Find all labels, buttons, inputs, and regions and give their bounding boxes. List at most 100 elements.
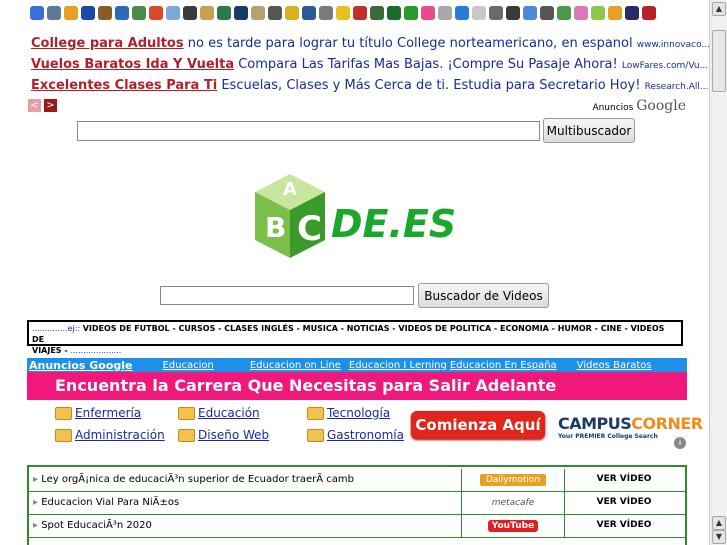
folder-icon xyxy=(307,428,324,442)
snowflake-icon[interactable] xyxy=(149,6,163,20)
metacafe-logo: metacafe xyxy=(491,498,535,508)
ad-info-icon[interactable]: i xyxy=(674,437,686,449)
ad-prev-button[interactable]: < xyxy=(28,99,41,112)
logo-letter-c: C xyxy=(297,209,322,249)
text-ad: College para Adultos no es tarde para lo… xyxy=(31,36,710,51)
course-link-gastronomia[interactable]: Gastronomía xyxy=(307,428,404,442)
text-ad: Vuelos Baratos Ida Y Vuelta Compara Las … xyxy=(31,57,708,72)
course-label: Tecnología xyxy=(327,406,391,420)
smiley-icon[interactable] xyxy=(336,6,350,20)
video-search-button[interactable]: Buscador de Videos xyxy=(418,283,549,308)
abcde-logo[interactable]: A B C DE.ES xyxy=(245,162,460,260)
heart-icon[interactable] xyxy=(421,6,435,20)
video-source: metacafe xyxy=(461,492,565,514)
pen-icon[interactable] xyxy=(183,6,197,20)
banner-headline[interactable]: Encuentra la Carrera Que Necesitas para … xyxy=(27,372,687,400)
scroll-up-button-bottom[interactable]: ▲ xyxy=(712,516,726,530)
tree-icon[interactable] xyxy=(200,6,214,20)
car-icon[interactable] xyxy=(353,6,367,20)
video-title-link[interactable]: Spot EducaciÃ³n 2020 xyxy=(33,520,152,531)
shoe-icon[interactable] xyxy=(472,6,486,20)
scroll-down-button[interactable]: ▼ xyxy=(712,530,726,544)
course-link-tecnologia[interactable]: Tecnología xyxy=(307,406,390,420)
ad-description: no es tarde para lograr tu título Colleg… xyxy=(187,36,633,51)
ads-link-educacion-online[interactable]: Educacion on Line xyxy=(250,360,341,371)
anuncios-google-label[interactable]: Anuncios Google xyxy=(592,98,686,114)
mosaic-icon[interactable] xyxy=(625,6,639,20)
ver-video-link[interactable]: VER VÍDEO xyxy=(565,497,683,507)
categories-suffix-dots: .................... xyxy=(70,346,122,355)
globe-icon[interactable] xyxy=(47,6,61,20)
scroll-up-button[interactable]: ▲ xyxy=(712,2,726,16)
video-title-link[interactable]: Ley orgÃ¡nica de educaciÃ³n superior de … xyxy=(33,474,354,485)
course-link-diseno-web[interactable]: Diseño Web xyxy=(178,428,269,442)
book-icon[interactable] xyxy=(302,6,316,20)
info-icon[interactable] xyxy=(455,6,469,20)
folder-icon xyxy=(178,406,195,420)
gun-icon[interactable] xyxy=(489,6,503,20)
video-title-link[interactable]: Educacion Vial Para NiÃ±os xyxy=(33,497,179,508)
baby-icon[interactable] xyxy=(574,6,588,20)
map-icon[interactable] xyxy=(217,6,231,20)
anuncios-label: Anuncios xyxy=(592,103,634,113)
grid-icon[interactable] xyxy=(370,6,384,20)
table-row: Ley orgÃ¡nica de educaciÃ³n superior de … xyxy=(29,469,685,492)
hand-icon[interactable] xyxy=(285,6,299,20)
ad-url[interactable]: LowFares.com/Vu... xyxy=(622,61,708,71)
ads-link-elearning[interactable]: Educacion I Lerning xyxy=(349,360,447,371)
course-label: Enfermería xyxy=(75,406,142,420)
home-icon[interactable] xyxy=(642,6,656,20)
web-icon[interactable] xyxy=(30,6,44,20)
icon-strip xyxy=(30,6,656,24)
google-ads-header[interactable]: Anuncios Google xyxy=(29,359,132,372)
calc-icon[interactable] xyxy=(319,6,333,20)
course-link-administracion[interactable]: Administración xyxy=(55,428,165,442)
building-icon[interactable] xyxy=(234,6,248,20)
phone-icon[interactable] xyxy=(540,6,554,20)
person-icon[interactable] xyxy=(98,6,112,20)
web-page: College para Adultos no es tarde para lo… xyxy=(0,0,710,545)
ads-link-educacion-espana[interactable]: Educacion En España xyxy=(450,360,557,371)
ads-link-educacion[interactable]: Educacion xyxy=(162,360,213,371)
ad-title-link[interactable]: Excelentes Clases Para Ti xyxy=(31,78,217,93)
food-icon[interactable] xyxy=(251,6,265,20)
google-brand: Google xyxy=(636,98,686,114)
comienza-aqui-button[interactable]: Comienza Aquí xyxy=(411,411,545,439)
magnifier-icon[interactable] xyxy=(523,6,537,20)
ad-title-link[interactable]: College para Adultos xyxy=(31,36,184,51)
ball-icon[interactable] xyxy=(557,6,571,20)
ver-video-link[interactable]: VER VÍDEO xyxy=(565,474,683,484)
ad-next-button[interactable]: > xyxy=(44,99,57,112)
dollar-icon[interactable] xyxy=(404,6,418,20)
multibuscador-input[interactable] xyxy=(77,121,540,141)
tv-icon[interactable] xyxy=(132,6,146,20)
ads-link-videos-baratos[interactable]: Videos Baratos xyxy=(577,360,652,371)
headphones-icon[interactable] xyxy=(268,6,282,20)
folder-icon xyxy=(55,428,72,442)
flag-icon[interactable] xyxy=(115,6,129,20)
ver-video-link[interactable]: VER VÍDEO xyxy=(565,520,683,530)
categories-list[interactable]: VIDEOS DE FUTBOL - CURSOS - CLASES INGLÉ… xyxy=(32,324,664,344)
leaf-icon[interactable] xyxy=(591,6,605,20)
video-table: Ley orgÃ¡nica de educaciÃ³n superior de … xyxy=(27,465,687,545)
campus-corner-logo[interactable]: CAMPUSCORNER Your PREMIER College Search xyxy=(558,414,703,440)
scroll-thumb[interactable] xyxy=(712,30,726,92)
video-search-input[interactable] xyxy=(160,286,414,305)
categories-list-2[interactable]: VIAJES - xyxy=(32,346,70,355)
plane-icon[interactable] xyxy=(166,6,180,20)
ad-url[interactable]: www.innovaco... xyxy=(637,40,710,50)
ad-url[interactable]: Research.All... xyxy=(645,82,709,92)
vertical-scrollbar[interactable]: ▲ ▲ ▼ xyxy=(709,0,727,545)
ad-title-link[interactable]: Vuelos Baratos Ida Y Vuelta xyxy=(31,57,234,72)
chart-icon[interactable] xyxy=(387,6,401,20)
ad-description: Compara Las Tarifas Mas Bajas. ¡Compre S… xyxy=(238,57,618,72)
course-link-enfermeria[interactable]: Enfermería xyxy=(55,406,141,420)
multibuscador-button[interactable]: Multibuscador xyxy=(543,118,635,143)
course-link-educacion[interactable]: Educación xyxy=(178,406,260,420)
gear-icon[interactable] xyxy=(506,6,520,20)
h-icon[interactable] xyxy=(81,6,95,20)
wrench-icon[interactable] xyxy=(438,6,452,20)
logo-letter-b: B xyxy=(265,211,286,244)
house-icon[interactable] xyxy=(608,6,622,20)
star-icon[interactable] xyxy=(64,6,78,20)
